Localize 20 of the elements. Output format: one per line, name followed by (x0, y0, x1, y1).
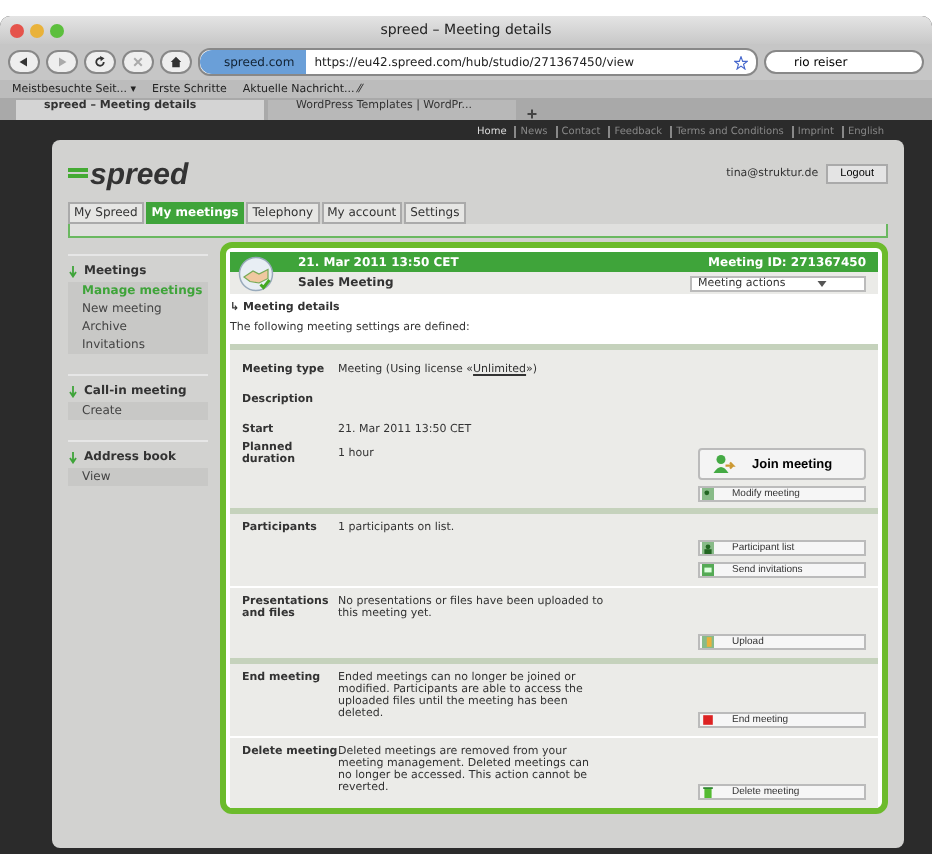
stop-icon (702, 714, 714, 726)
home-button[interactable] (160, 50, 192, 74)
spreed-logo: spreed (68, 157, 189, 191)
upload-icon (702, 636, 714, 648)
home-icon (170, 56, 182, 68)
back-arrow-icon (18, 56, 30, 68)
trash-icon (702, 786, 714, 798)
person-icon (702, 542, 714, 554)
reload-icon (94, 56, 106, 68)
arrow-down-icon (68, 451, 78, 463)
star-icon[interactable] (734, 55, 748, 69)
caret-icon (815, 277, 828, 289)
close-icon[interactable] (10, 23, 24, 37)
reload-button[interactable] (84, 50, 116, 74)
back-button[interactable] (8, 50, 40, 74)
forward-arrow-icon (56, 56, 68, 68)
envelope-icon (702, 564, 714, 576)
close-icon (132, 56, 144, 68)
arrow-down-icon (68, 265, 78, 277)
arrow-down-icon (68, 385, 78, 397)
